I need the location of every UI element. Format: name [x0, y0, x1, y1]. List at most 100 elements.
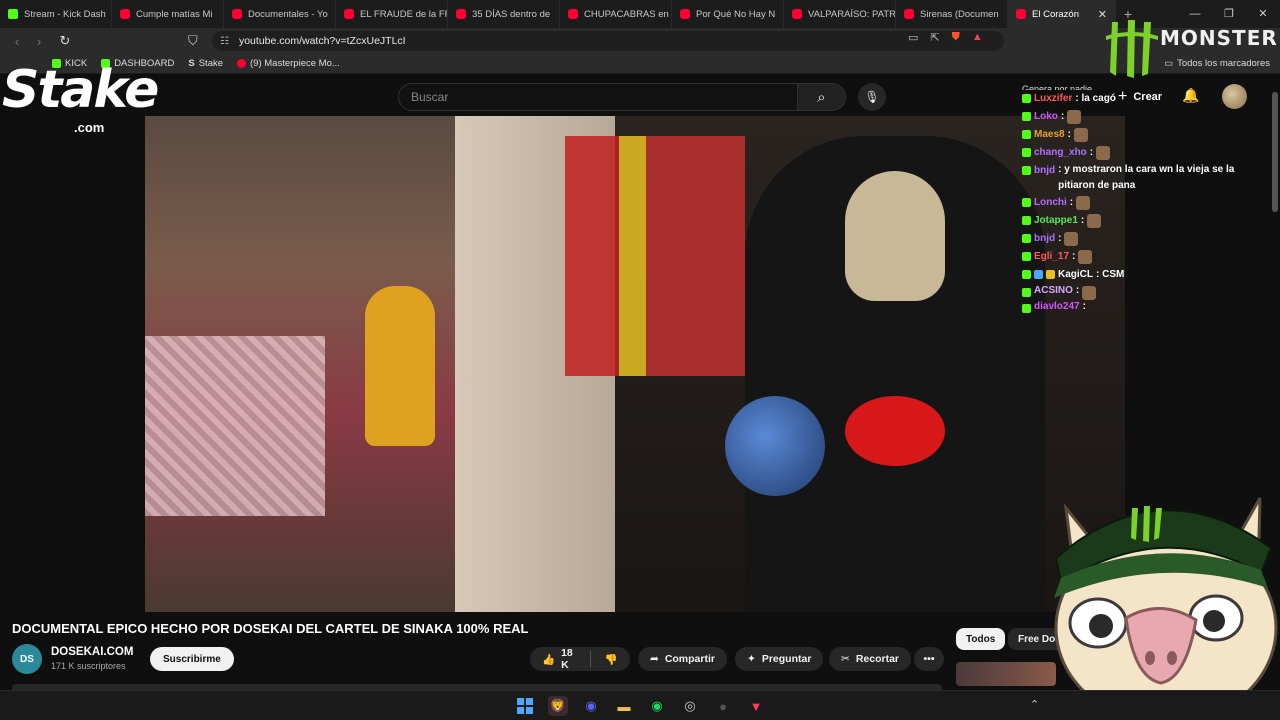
video-title: DOCUMENTAL EPICO HECHO POR DOSEKAI DEL C…	[12, 621, 529, 636]
ask-button[interactable]: ✦ Preguntar	[735, 647, 824, 671]
search-button[interactable]: ⌕	[798, 83, 846, 111]
youtube-icon	[120, 9, 130, 19]
url-actions: ▭ ⇱ ⛊ ▲	[908, 31, 983, 44]
emote-icon	[1087, 214, 1102, 228]
browser-tab[interactable]: VALPARAÍSO: PATR	[784, 0, 896, 28]
chat-message: bnjd:	[1022, 230, 1278, 248]
chat-message: Maes8:	[1022, 126, 1278, 144]
emote-icon	[1076, 196, 1091, 210]
file-explorer-icon[interactable]: ▬	[614, 696, 634, 716]
kick-badge-icon	[1022, 94, 1031, 103]
tab-title: Stream - Kick Dash	[24, 8, 106, 20]
browser-tab[interactable]: CHUPACABRAS en	[560, 0, 672, 28]
url-bar[interactable]: ☷ youtube.com/watch?v=tZcxUeJTLcI	[212, 31, 1004, 51]
stake-com: .com	[74, 120, 105, 135]
youtube-icon	[232, 9, 242, 19]
youtube-icon	[237, 59, 247, 68]
search-placeholder: Buscar	[411, 90, 449, 104]
stake-logo: Stake .com	[2, 60, 177, 140]
sparkle-icon: ✦	[747, 653, 756, 665]
brave-rewards-icon[interactable]: ▲	[972, 31, 983, 44]
chat-header: Genera por nadie	[1022, 84, 1093, 90]
share-page-icon[interactable]: ⇱	[930, 31, 939, 44]
brave-shield-icon[interactable]: ⛊	[952, 31, 960, 44]
chat-message: Jotappe1:	[1022, 212, 1278, 230]
bookmark-masterpiece[interactable]: (9) Masterpiece Mo...	[237, 58, 340, 69]
browser-tab-active[interactable]: El Corazón ✕	[1008, 0, 1116, 28]
voice-search-button[interactable]: 🎙	[858, 83, 886, 111]
forward-icon[interactable]: ›	[28, 34, 50, 49]
subscriber-count: 171 K suscriptores	[51, 661, 126, 671]
monster-wordmark: MONSTER	[1160, 26, 1278, 50]
subscribe-button[interactable]: Suscribirme	[150, 647, 234, 671]
browser-tab[interactable]: 35 DÍAS dentro de	[448, 0, 560, 28]
dislike-icon[interactable]: 👎	[605, 653, 618, 666]
obs-icon[interactable]: ●	[713, 696, 733, 716]
channel-avatar[interactable]: DS	[12, 644, 42, 674]
chat-message: Loko:	[1022, 108, 1278, 126]
monster-logo: MONSTER	[1104, 18, 1280, 88]
tab-title: CHUPACABRAS en	[584, 8, 669, 20]
kick-icon	[8, 9, 18, 19]
emote-icon	[1082, 286, 1097, 300]
like-count[interactable]: 18 K	[561, 647, 576, 671]
chip-all[interactable]: Todos	[956, 628, 1006, 650]
browser-tab[interactable]: Por Qué No Hay N	[672, 0, 784, 28]
video-player[interactable]	[145, 116, 1125, 612]
bookmark-stake[interactable]: S Stake	[188, 58, 223, 69]
like-dislike-group: 👍 18 K 👎	[530, 647, 630, 671]
stake-icon: S	[188, 58, 195, 69]
gift-badge-icon	[1046, 270, 1055, 279]
kick-badge-icon	[1022, 198, 1031, 207]
kick-badge-icon	[1022, 166, 1031, 175]
share-button[interactable]: ➦ Compartir	[638, 647, 727, 671]
sub-badge-icon	[1034, 270, 1043, 279]
browser-tab[interactable]: Cumple matías Mi	[112, 0, 224, 28]
cast-icon[interactable]: ▭	[908, 31, 918, 44]
youtube-icon	[680, 9, 690, 19]
discord-icon[interactable]: ◉	[581, 696, 601, 716]
bookmarks-bar: KICK DASHBOARD S Stake (9) Masterpiece Mo…	[0, 54, 1280, 74]
emote-icon	[1073, 128, 1088, 142]
brave-rewards-taskbar-icon[interactable]: ▼	[746, 696, 766, 716]
chat-message: diavlo247:	[1022, 300, 1278, 313]
browser-tab[interactable]: Sirenas (Documen	[896, 0, 1008, 28]
back-icon[interactable]: ‹	[6, 34, 28, 49]
emote-icon	[1064, 232, 1079, 246]
youtube-icon	[904, 9, 914, 19]
youtube-icon	[456, 9, 466, 19]
tab-title: EL FRAUDE de la FF	[360, 8, 448, 20]
brave-browser-icon[interactable]: 🦁	[548, 696, 568, 716]
chat-message: Egli_17:	[1022, 248, 1278, 266]
chat-message: Luxzifer: la cagó	[1022, 90, 1278, 108]
tab-title: Documentales - Yo	[248, 8, 328, 20]
reload-icon[interactable]: ↻	[54, 33, 76, 49]
channel-name[interactable]: DOSEKAI.COM	[51, 646, 133, 658]
search-input[interactable]: Buscar	[398, 83, 798, 111]
scissors-icon: ✂	[841, 653, 850, 665]
browser-tab[interactable]: Documentales - Yo	[224, 0, 336, 28]
app-icon[interactable]: ◎	[680, 696, 700, 716]
stream-chat: Genera por nadie Luxzifer: la cagó Loko:…	[1022, 80, 1278, 330]
chat-message: Lonchi:	[1022, 194, 1278, 212]
youtube-icon	[344, 9, 354, 19]
spotify-icon[interactable]: ◉	[647, 696, 667, 716]
bookmark-icon[interactable]: ⛉	[188, 33, 198, 49]
like-icon[interactable]: 👍	[542, 653, 555, 666]
related-video-thumbnail[interactable]	[956, 662, 1056, 686]
tab-title: Cumple matías Mi	[136, 8, 213, 20]
clip-button[interactable]: ✂ Recortar	[829, 647, 911, 671]
more-actions-button[interactable]: •••	[914, 647, 944, 671]
tab-title: El Corazón	[1032, 8, 1079, 20]
windows-start-icon[interactable]	[515, 696, 535, 716]
microphone-icon: 🎙	[864, 90, 880, 104]
site-info-icon[interactable]: ☷	[220, 36, 229, 47]
kick-badge-icon	[1022, 234, 1031, 243]
browser-tab[interactable]: EL FRAUDE de la FF	[336, 0, 448, 28]
browser-tab[interactable]: Stream - Kick Dash	[0, 0, 112, 28]
kick-badge-icon	[1022, 112, 1031, 121]
kick-badge-icon	[1022, 252, 1031, 261]
tray-chevron-icon[interactable]: ⌃	[1030, 698, 1039, 711]
youtube-icon	[792, 9, 802, 19]
tab-title: Por Qué No Hay N	[696, 8, 776, 20]
